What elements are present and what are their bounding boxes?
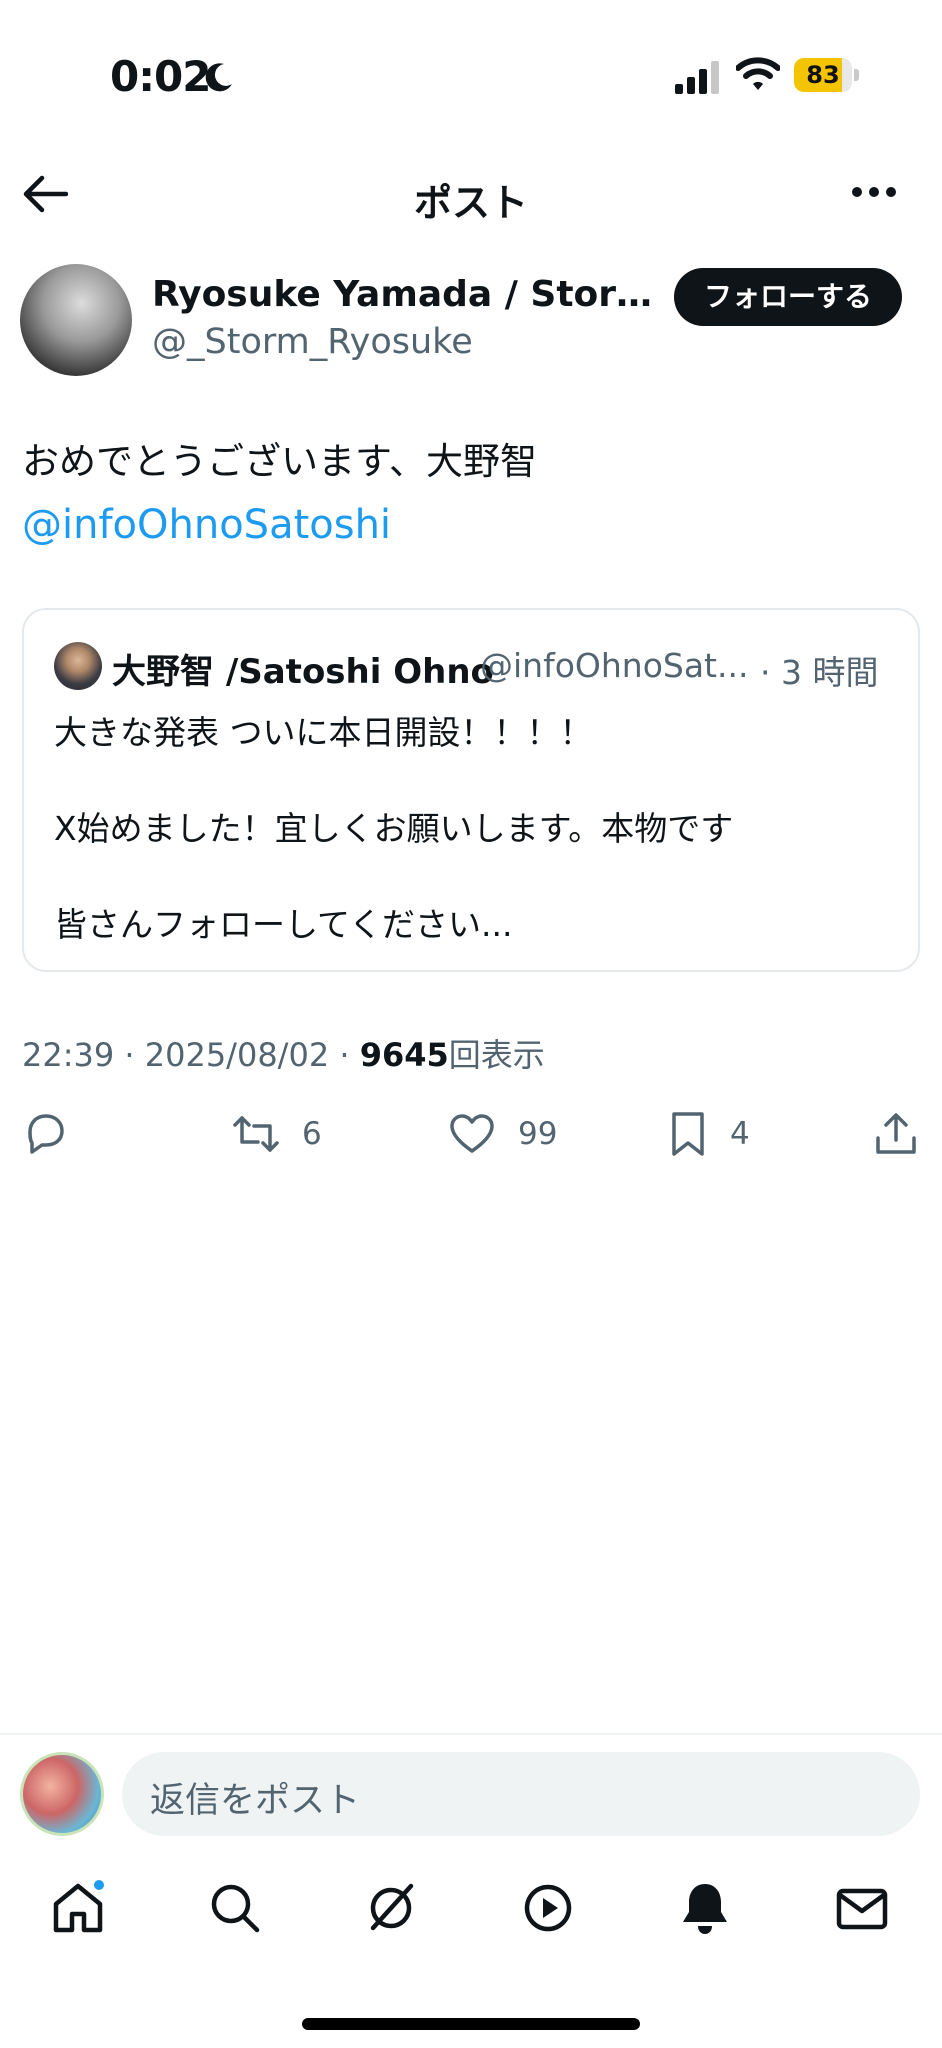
video-icon — [524, 1884, 572, 1932]
cellular-signal-icon — [675, 61, 719, 94]
reply-icon — [28, 1114, 64, 1154]
divider — [0, 1733, 942, 1735]
bell-icon — [683, 1884, 727, 1934]
share-button[interactable] — [872, 1104, 922, 1164]
reply-input[interactable]: 返信をポスト — [122, 1752, 920, 1836]
view-count: 9645 — [359, 1036, 449, 1074]
battery-indicator: 83 — [794, 58, 859, 92]
post-meta: 22:39 · 2025/08/02 · 9645回表示 — [22, 1030, 545, 1076]
share-icon — [876, 1113, 916, 1154]
wifi-icon — [736, 57, 780, 90]
reply-placeholder: 返信をポスト — [150, 1781, 361, 1821]
bookmark-button[interactable]: 4 — [664, 1104, 774, 1164]
retweet-count: 6 — [302, 1116, 322, 1152]
tab-grok[interactable] — [361, 1878, 421, 1938]
like-button[interactable]: 99 — [448, 1104, 578, 1164]
author-handle[interactable]: @_Storm_Ryosuke — [152, 322, 473, 362]
quote-author-handle: @infoOhnoSat... — [480, 646, 749, 685]
author-avatar[interactable] — [20, 264, 132, 376]
follow-button[interactable]: フォローする — [674, 268, 902, 326]
post-time-date: 22:39 · 2025/08/02 · — [22, 1036, 360, 1074]
heart-icon — [450, 1114, 494, 1153]
ellipsis-icon[interactable] — [850, 184, 898, 200]
mail-icon — [836, 1888, 888, 1930]
quote-avatar[interactable] — [54, 642, 102, 690]
quote-text-line: 大きな発表 ついに本日開設！！！！ — [54, 713, 593, 752]
bookmark-icon — [672, 1112, 704, 1156]
tab-notifications[interactable] — [675, 1878, 735, 1938]
quote-text-line: 皆さんフォローしてください... — [54, 905, 513, 944]
quote-author-name: 大野智 /Satoshi Ohno — [112, 652, 494, 692]
status-bar: 0:02 83 — [0, 0, 942, 150]
tab-messages[interactable] — [832, 1878, 892, 1938]
post-text: おめでとうございます、大野智 — [22, 440, 538, 483]
home-notification-dot — [92, 1878, 106, 1892]
page-title: ポスト — [413, 181, 528, 225]
like-count: 99 — [518, 1116, 558, 1152]
status-time: 0:02 — [110, 52, 211, 101]
moon-icon — [205, 63, 232, 92]
retweet-button[interactable]: 6 — [232, 1104, 352, 1164]
my-avatar[interactable] — [20, 1752, 104, 1836]
battery-level: 83 — [806, 61, 840, 89]
tab-search[interactable] — [205, 1878, 265, 1938]
author-name[interactable]: Ryosuke Yamada / Storm L... — [152, 274, 657, 315]
grok-icon — [370, 1883, 414, 1931]
quote-timestamp: · 3 時間 — [760, 653, 879, 692]
quoted-post-card[interactable]: 大野智 /Satoshi Ohno @infoOhnoSat... · 3 時間… — [22, 608, 920, 972]
search-icon — [211, 1884, 260, 1933]
quote-text-line: X始めました！宜しくお願いします。本物です — [54, 809, 734, 848]
bottom-tab-bar — [0, 1870, 942, 1970]
tab-video[interactable] — [518, 1878, 578, 1938]
reply-button[interactable] — [22, 1104, 82, 1164]
home-indicator — [302, 2018, 640, 2030]
nav-header: ポスト — [0, 160, 942, 230]
action-bar: 6 99 4 — [0, 1104, 942, 1164]
view-count-label: 回表示 — [448, 1036, 545, 1074]
post-mention-link[interactable]: @infoOhnoSatoshi — [22, 502, 391, 548]
bookmark-count: 4 — [730, 1116, 750, 1152]
retweet-icon — [233, 1116, 279, 1152]
